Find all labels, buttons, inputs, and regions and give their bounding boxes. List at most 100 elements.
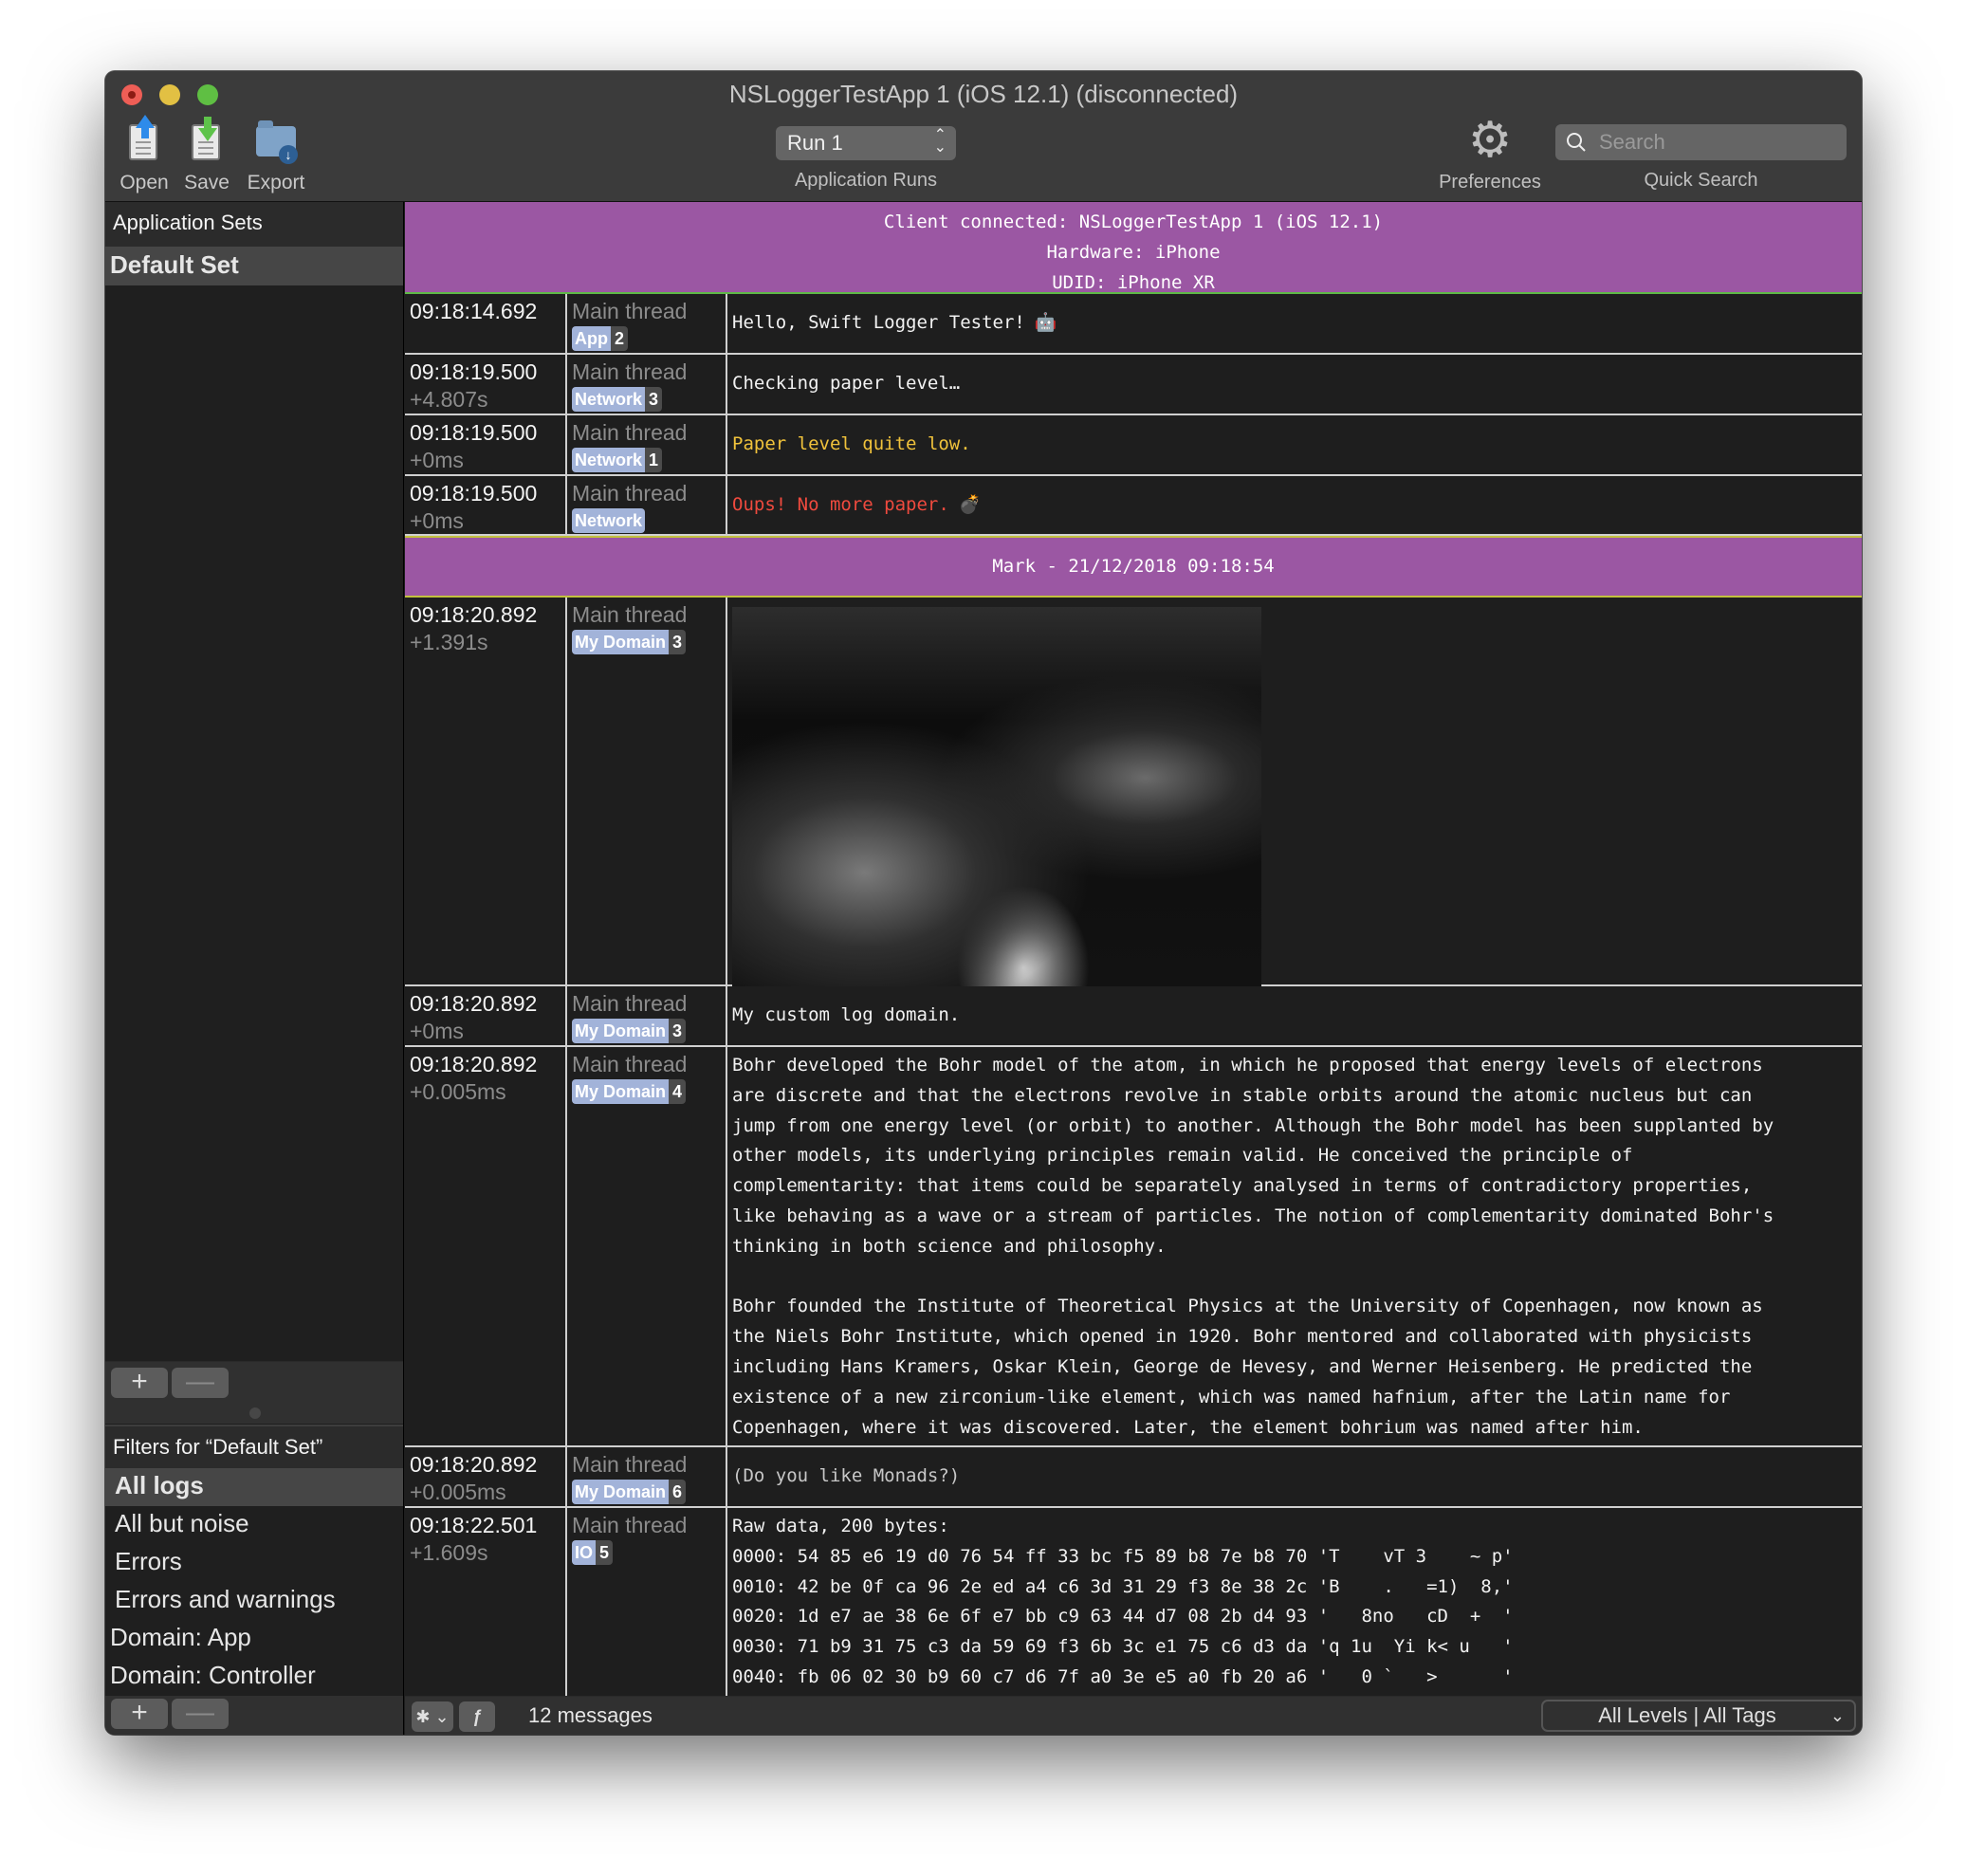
- save-label: Save: [184, 172, 230, 193]
- message-cell: Hello, Swift Logger Tester! 🤖: [727, 294, 1862, 353]
- filter-item[interactable]: All logs: [105, 1468, 403, 1506]
- message-text: Raw data, 200 bytes: 0000: 54 85 e6 19 d…: [732, 1516, 1514, 1687]
- window-title: NSLoggerTestApp 1 (iOS 12.1) (disconnect…: [728, 80, 1239, 108]
- timestamp-cell: 09:18:20.892 +0.005ms: [405, 1447, 567, 1506]
- filters-header: Filters for “Default Set”: [105, 1425, 403, 1468]
- timestamp: 09:18:20.892: [410, 1452, 538, 1477]
- preferences-button[interactable]: ⚙ Preferences: [1428, 113, 1552, 193]
- domain-tag: My Domain 3: [572, 630, 687, 654]
- timestamp: 09:18:19.500: [410, 420, 538, 445]
- tag-name: IO: [572, 1540, 597, 1565]
- preferences-label: Preferences: [1439, 172, 1541, 193]
- tag-name: My Domain: [572, 1079, 670, 1104]
- save-icon: [183, 117, 230, 164]
- time-delta: +0ms: [410, 448, 464, 472]
- remove-filter-button[interactable]: —: [172, 1699, 229, 1729]
- log-level: 6: [669, 1480, 687, 1504]
- message-text: Bohr developed the Bohr model of the ato…: [732, 1055, 1774, 1438]
- tag-name: My Domain: [572, 1480, 670, 1504]
- log-level: 3: [669, 1019, 687, 1043]
- log-level: 4: [669, 1079, 687, 1104]
- filters-list: All logs All but noise Errors Errors and…: [105, 1468, 403, 1696]
- log-row[interactable]: 09:18:20.892 +0ms Main thread My Domain 3 My …: [405, 986, 1862, 1047]
- thread-name: Main thread: [572, 299, 688, 323]
- message-cell: (Do you like Monads?): [727, 1447, 1862, 1506]
- message-cell: Checking paper level…: [727, 355, 1862, 414]
- time-delta: +0.005ms: [410, 1480, 506, 1504]
- time-delta: +0ms: [410, 1019, 464, 1043]
- time-delta: +0.005ms: [410, 1079, 506, 1104]
- log-row[interactable]: 09:18:20.892 +0.005ms Main thread My Domain…: [405, 1047, 1862, 1447]
- thread-name: Main thread: [572, 359, 688, 384]
- message-text: My custom log domain.: [732, 1004, 961, 1026]
- message-cell: Bohr developed the Bohr model of the ato…: [727, 1047, 1862, 1445]
- log-row[interactable]: 09:18:19.500 +4.807s Main thread Network 3 Ch…: [405, 355, 1862, 415]
- thread-cell: Main thread App 2: [567, 294, 727, 353]
- domain-tag: Network: [572, 508, 646, 533]
- time-delta: +0ms: [410, 508, 464, 533]
- filter-item[interactable]: Errors: [105, 1544, 403, 1582]
- thread-cell: Main thread My Domain 6: [567, 1447, 727, 1506]
- filters-controls: + —: [105, 1696, 403, 1735]
- up-down-chevron-icon: ⌃ ⌄: [933, 127, 947, 156]
- filter-item[interactable]: All but noise: [105, 1506, 403, 1544]
- log-row[interactable]: 09:18:19.500 +0ms Main thread Network Oups! …: [405, 476, 1862, 536]
- filter-item[interactable]: Domain: Controller: [105, 1658, 403, 1696]
- message-text: Checking paper level…: [732, 373, 961, 395]
- timestamp-cell: 09:18:22.501 +1.609s: [405, 1508, 567, 1696]
- add-filter-button[interactable]: +: [111, 1699, 168, 1729]
- thread-cell: Main thread My Domain 3: [567, 986, 727, 1045]
- save-button[interactable]: Save: [179, 117, 234, 194]
- export-label: Export: [247, 172, 305, 193]
- settings-menu-button[interactable]: ✱ ⌄: [412, 1701, 453, 1732]
- filter-item[interactable]: Domain: App: [105, 1620, 403, 1658]
- tag-name: Network: [572, 448, 646, 472]
- remove-app-set-button[interactable]: —: [172, 1368, 229, 1398]
- log-row[interactable]: 09:18:20.892 +0.005ms Main thread My Domain…: [405, 1447, 1862, 1508]
- log-row[interactable]: 09:18:14.692 Main thread App 2 Hello, Swift …: [405, 294, 1862, 355]
- log-row[interactable]: 09:18:22.501 +1.609s Main thread IO 5 Raw dat…: [405, 1508, 1862, 1696]
- function-button[interactable]: ƒ: [459, 1701, 495, 1732]
- app-sets-header: Application Sets: [105, 202, 403, 247]
- levels-tags-filter[interactable]: All Levels | All Tags ⌄: [1541, 1700, 1856, 1732]
- timestamp: 09:18:20.892: [410, 991, 538, 1016]
- levels-filter-value: All Levels | All Tags: [1598, 1703, 1776, 1727]
- timestamp: 09:18:20.892: [410, 602, 538, 627]
- log-level: 5: [596, 1540, 614, 1565]
- tag-name: Network: [572, 508, 646, 533]
- thread-cell: Main thread IO 5: [567, 1508, 727, 1696]
- gear-icon: ⚙: [1467, 113, 1513, 168]
- splitter-handle[interactable]: [249, 1407, 261, 1419]
- open-icon: [120, 115, 168, 164]
- message-cell: Raw data, 200 bytes: 0000: 54 85 e6 19 d…: [727, 1508, 1862, 1696]
- search-field[interactable]: [1555, 124, 1847, 160]
- timestamp-cell: 09:18:14.692: [405, 294, 567, 353]
- thread-name: Main thread: [572, 420, 688, 445]
- timestamp-cell: 09:18:19.500 +4.807s: [405, 355, 567, 414]
- domain-tag: My Domain 3: [572, 1019, 687, 1043]
- title-toolbar: NSLoggerTestApp 1 (iOS 12.1) (disconnect…: [105, 71, 1862, 202]
- run-select[interactable]: Run 1 ⌃ ⌄: [776, 126, 956, 160]
- search-input[interactable]: [1599, 130, 1827, 155]
- log-row[interactable]: 09:18:19.500 +0ms Main thread Network 1 Paper…: [405, 415, 1862, 476]
- filter-item[interactable]: Errors and warnings: [105, 1582, 403, 1620]
- app-set-item[interactable]: Default Set: [105, 247, 403, 285]
- log-level: 3: [645, 387, 663, 412]
- export-button[interactable]: ↓ Export: [242, 117, 310, 194]
- time-delta: +1.609s: [410, 1540, 488, 1565]
- application-runs: Run 1 ⌃ ⌄ Application Runs: [776, 126, 956, 192]
- message-cell: Oups! No more paper. 💣: [727, 476, 1862, 534]
- runs-label: Application Runs: [794, 170, 938, 191]
- chevron-down-icon: ⌄: [1829, 1706, 1845, 1725]
- message-cell: My custom log domain.: [727, 986, 1862, 1045]
- timestamp-cell: 09:18:20.892 +0.005ms: [405, 1047, 567, 1445]
- open-button[interactable]: Open: [117, 115, 172, 194]
- log-row[interactable]: 09:18:20.892 +1.391s Main thread My Domain 3: [405, 598, 1862, 986]
- timestamp-cell: 09:18:19.500 +0ms: [405, 415, 567, 474]
- thread-cell: Main thread Network 3: [567, 355, 727, 414]
- timestamp: 09:18:20.892: [410, 1052, 538, 1076]
- log-level: 3: [669, 630, 687, 654]
- add-app-set-button[interactable]: +: [111, 1368, 168, 1398]
- app-window: NSLoggerTestApp 1 (iOS 12.1) (disconnect…: [105, 71, 1862, 1735]
- robot-emoji-icon: 🤖: [1034, 312, 1057, 334]
